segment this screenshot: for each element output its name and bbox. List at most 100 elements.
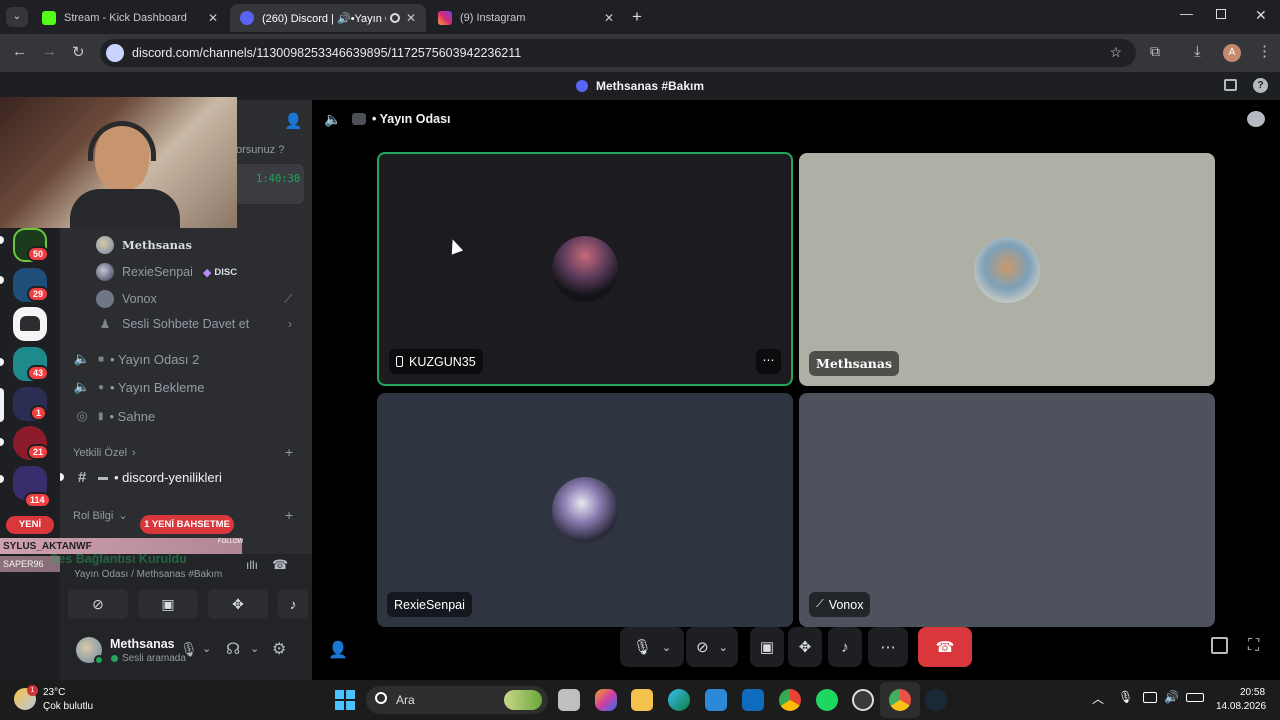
- spotify-icon[interactable]: [816, 689, 838, 711]
- bookmark-star-icon[interactable]: ☆: [1109, 44, 1122, 61]
- fullscreen-icon[interactable]: ⛶: [1248, 637, 1259, 655]
- streamer-body: [70, 189, 180, 228]
- browser-menu-icon[interactable]: ⋮: [1257, 42, 1272, 60]
- add-channel-icon[interactable]: +: [285, 507, 293, 523]
- unread-indicator: [0, 358, 4, 366]
- file-explorer-icon[interactable]: [631, 689, 653, 711]
- app-icon[interactable]: [852, 689, 874, 711]
- camera-button[interactable]: ⊘ ⌄: [686, 627, 738, 667]
- follow-tag: FOLLOW: [218, 539, 244, 545]
- voice-member[interactable]: Methsanas: [96, 236, 192, 254]
- battery-icon[interactable]: [1186, 693, 1204, 702]
- add-channel-icon[interactable]: +: [285, 444, 293, 460]
- member-tag: DISC: [214, 266, 238, 278]
- participant-tile[interactable]: Methsanas: [799, 153, 1215, 386]
- soundboard-button[interactable]: ♪: [828, 627, 862, 667]
- add-member-icon[interactable]: 👤: [284, 112, 303, 130]
- close-tab-icon[interactable]: ✕: [406, 11, 416, 25]
- screen-share-button[interactable]: ▣: [138, 589, 198, 619]
- tab-instagram[interactable]: (9) Instagram ✕: [428, 4, 624, 32]
- minimize-icon[interactable]: —: [1180, 6, 1193, 21]
- voice-channel[interactable]: 🔈 ● • Yayın Bekleme: [72, 379, 205, 395]
- channel-emoji-icon: ▮: [98, 410, 104, 422]
- screen-share-button[interactable]: ▣: [750, 627, 784, 667]
- chevron-down-icon[interactable]: ⌄: [250, 642, 259, 655]
- voice-member[interactable]: Vonox: [96, 290, 157, 308]
- settings-gear-icon[interactable]: ⚙: [272, 639, 286, 659]
- clock-time[interactable]: 20:58: [1240, 687, 1265, 698]
- participant-tile[interactable]: ⟋ Vonox: [799, 393, 1215, 627]
- clock-date[interactable]: 14.08.2026: [1216, 701, 1266, 712]
- close-tab-icon[interactable]: ✕: [208, 11, 218, 25]
- activities-button[interactable]: ✥: [208, 589, 268, 619]
- unread-channel-pill: [60, 473, 64, 481]
- headphones-icon[interactable]: ☊: [226, 639, 240, 659]
- display-icon[interactable]: [1143, 692, 1157, 703]
- participant-avatar: [552, 236, 618, 302]
- text-channel[interactable]: # ▬ • discord-yenilikleri: [72, 469, 222, 486]
- extensions-icon[interactable]: ⧉: [1150, 43, 1160, 60]
- back-icon[interactable]: ←: [12, 43, 27, 60]
- browser-toolbar: ← → ↻ discord.com/channels/1130098253346…: [0, 34, 1280, 72]
- forward-icon[interactable]: →: [42, 43, 57, 60]
- call-channel-name: • Yayın Odası: [372, 112, 451, 126]
- voice-channel[interactable]: 🔈 ■ • Yayın Odası 2: [72, 351, 199, 367]
- task-view-icon[interactable]: [558, 689, 580, 711]
- chevron-up-icon[interactable]: ︿: [1092, 690, 1104, 707]
- search-box[interactable]: Ara: [366, 686, 548, 714]
- edge-icon[interactable]: [668, 689, 690, 711]
- close-tab-icon[interactable]: ✕: [604, 11, 614, 25]
- help-icon[interactable]: ?: [1253, 78, 1268, 93]
- new-mention-pill[interactable]: 1 YENİ BAHSETME: [140, 515, 234, 534]
- activities-button[interactable]: ✥: [788, 627, 822, 667]
- pop-out-icon[interactable]: [1211, 637, 1228, 654]
- site-info-icon[interactable]: [106, 44, 124, 62]
- inbox-icon[interactable]: [1224, 79, 1237, 91]
- leave-call-button[interactable]: ☎: [918, 627, 972, 667]
- tab-list-dropdown-button[interactable]: ⌄: [6, 7, 28, 27]
- new-unreads-pill[interactable]: YENİ: [6, 516, 54, 534]
- copilot-icon[interactable]: [595, 689, 617, 711]
- steam-icon[interactable]: [925, 689, 947, 711]
- volume-icon[interactable]: 🔊: [1164, 690, 1179, 704]
- voice-location[interactable]: Yayın Odası / Methsanas #Bakım: [74, 569, 222, 580]
- chevron-down-icon[interactable]: ⌄: [202, 642, 211, 655]
- disconnect-icon[interactable]: ☎: [272, 557, 288, 573]
- tab-discord[interactable]: (260) Discord | 🔊•Yayın Od ✕: [230, 4, 426, 32]
- microphone-icon[interactable]: 🎙: [180, 641, 198, 658]
- restore-icon[interactable]: [1216, 9, 1226, 19]
- mail-icon[interactable]: [742, 689, 764, 711]
- reload-icon[interactable]: ↻: [72, 43, 85, 61]
- start-icon[interactable]: [335, 690, 355, 710]
- unread-indicator: [0, 276, 4, 284]
- category-header[interactable]: Rol Bilgi ⌄: [73, 509, 128, 523]
- add-person-icon[interactable]: 👤: [328, 640, 348, 660]
- microphone-tray-icon[interactable]: 🎙: [1118, 690, 1133, 704]
- member-name: Methsanas: [122, 238, 192, 252]
- download-icon[interactable]: ⤓: [1194, 43, 1201, 60]
- soundboard-button[interactable]: ♪: [278, 589, 308, 619]
- chat-bubble-icon[interactable]: [1247, 111, 1265, 127]
- address-bar[interactable]: discord.com/channels/1130098253346639895…: [100, 39, 1136, 67]
- discord-title-bar: Methsanas #Bakım ?: [0, 72, 1280, 100]
- kick-icon: [42, 11, 56, 25]
- member-name: RexieSenpai: [122, 265, 193, 279]
- user-status-text: Sesli aramada: [122, 653, 186, 664]
- chrome-icon[interactable]: [779, 689, 801, 711]
- window-close-icon[interactable]: ✕: [1255, 7, 1267, 24]
- stage-channel[interactable]: ◎ ▮ • Sahne: [72, 408, 155, 424]
- new-tab-button[interactable]: +: [632, 7, 642, 27]
- microphone-button[interactable]: 🎙 ⌄: [620, 627, 684, 667]
- voice-member[interactable]: RexieSenpai ◆ DISC: [96, 263, 237, 281]
- category-header[interactable]: Yetkili Özel ›: [73, 447, 136, 459]
- participant-tile[interactable]: KUZGUN35 ⋯: [377, 152, 793, 386]
- headphones-icon: [88, 121, 156, 161]
- tab-kick-dashboard[interactable]: Stream - Kick Dashboard ✕: [32, 4, 228, 32]
- toggle-camera-button[interactable]: ⊘: [68, 589, 128, 619]
- store-icon[interactable]: [705, 689, 727, 711]
- invite-to-voice[interactable]: ♟ Sesli Sohbete Davet et: [96, 317, 250, 331]
- more-options-button[interactable]: ⋯: [756, 349, 781, 374]
- profile-avatar[interactable]: A: [1223, 44, 1241, 62]
- participant-tile[interactable]: RexieSenpai: [377, 393, 793, 627]
- more-button[interactable]: ⋯: [868, 627, 908, 667]
